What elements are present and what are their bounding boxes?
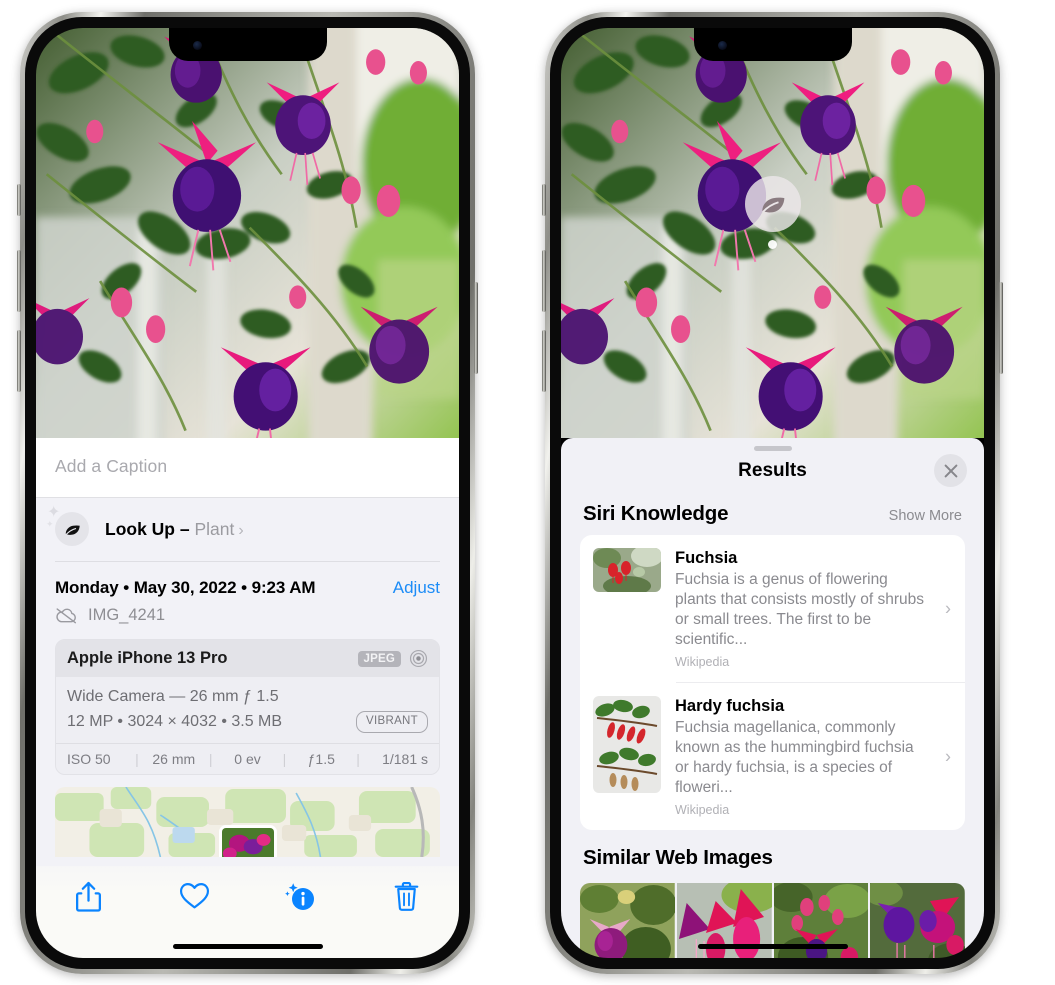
volume-up-button[interactable] [542, 250, 546, 312]
camera-spec-row: 12 MP • 3024 × 4032 • 3.5 MB VIBRANT [67, 710, 428, 735]
screenshot-stage: Add a Caption ✦ ✦ Look Up – Plant › Mond… [0, 0, 1055, 985]
favorite-button[interactable] [142, 881, 248, 910]
exif-iso: ISO 50 [67, 750, 111, 767]
caption-placeholder: Add a Caption [55, 456, 168, 476]
camera-badges: JPEG [357, 649, 428, 668]
list-item[interactable]: Fuchsia Fuchsia is a genus of flowering … [580, 535, 965, 682]
caption-field[interactable]: Add a Caption [36, 438, 459, 498]
chevron-right-icon: › [945, 746, 951, 767]
mute-switch[interactable] [17, 184, 21, 216]
visual-lookup-marker[interactable] [744, 176, 801, 249]
sparkle-small-icon: ✦ [46, 519, 54, 529]
look-up-label: Look Up – Plant › [105, 519, 244, 540]
result-thumbnail [593, 548, 661, 592]
result-description: Fuchsia is a genus of flowering plants t… [675, 570, 924, 649]
camera-card-header: Apple iPhone 13 Pro JPEG [56, 640, 439, 677]
camera-device-name: Apple iPhone 13 Pro [67, 649, 228, 667]
leaf-icon [744, 176, 801, 232]
exif-ev: 0 ev [234, 750, 261, 767]
photo-date-row: Monday • May 30, 2022 • 9:23 AM Adjust [36, 562, 459, 602]
results-header: Results [561, 451, 984, 496]
camera-exif-row: ISO 50 | 26 mm | 0 ev | ƒ1.5 | 1/181 s [56, 742, 439, 774]
results-title: Results [738, 460, 807, 481]
cloud-slash-icon [55, 607, 78, 624]
camera-lens-line: Wide Camera — 26 mm ƒ 1.5 [67, 688, 279, 705]
notch-left [168, 28, 327, 61]
adjust-button[interactable]: Adjust [393, 578, 440, 598]
result-source: Wikipedia [675, 803, 730, 818]
siri-knowledge-header: Siri Knowledge Show More [561, 496, 984, 535]
location-photo-thumb [218, 824, 277, 857]
look-up-title: Look Up – [105, 518, 190, 539]
exif-divider: | [356, 750, 360, 767]
photo-date: Monday • May 30, 2022 • 9:23 AM [55, 578, 316, 597]
camera-info-card: Apple iPhone 13 Pro JPEG Wide Camera — 2… [55, 639, 440, 775]
similar-web-images-header: Similar Web Images [561, 830, 984, 879]
exif-divider: | [282, 750, 287, 767]
similar-web-images-title: Similar Web Images [583, 846, 773, 870]
share-button[interactable] [36, 881, 142, 913]
front-camera-icon [717, 41, 727, 50]
exif-shutter: 1/181 s [382, 750, 429, 767]
result-title: Fuchsia [675, 549, 738, 567]
result-body: Fuchsia Fuchsia is a genus of flowering … [675, 548, 953, 669]
location-map[interactable] [55, 786, 440, 857]
exif-divider: | [135, 750, 139, 767]
home-indicator[interactable] [697, 944, 848, 949]
front-camera-icon [192, 41, 202, 50]
info-button[interactable] [248, 881, 354, 912]
camera-spec-line: 12 MP • 3024 × 4032 • 3.5 MB [67, 712, 283, 730]
filename: IMG_4241 [88, 606, 166, 624]
chevron-right-icon: › [238, 521, 244, 539]
power-button[interactable] [999, 282, 1003, 374]
chevron-right-icon: › [945, 598, 951, 619]
siri-knowledge-title: Siri Knowledge [583, 502, 729, 525]
photo-style-badge: VIBRANT [356, 711, 428, 734]
look-up-row[interactable]: ✦ ✦ Look Up – Plant › [36, 498, 459, 561]
home-indicator[interactable] [172, 944, 323, 949]
volume-down-button[interactable] [17, 330, 21, 392]
look-up-subject: Plant [194, 518, 235, 539]
photo-info-sheet: Add a Caption ✦ ✦ Look Up – Plant › Mond… [36, 438, 459, 958]
exif-divider: | [208, 750, 213, 767]
siri-knowledge-card: Fuchsia Fuchsia is a genus of flowering … [580, 535, 965, 831]
notch-right [693, 28, 852, 61]
show-more-button[interactable]: Show More [889, 508, 962, 524]
result-title: Hardy fuchsia [675, 697, 785, 716]
screen-left: Add a Caption ✦ ✦ Look Up – Plant › Mond… [36, 28, 459, 958]
raw-target-icon [409, 649, 428, 668]
close-button[interactable] [934, 454, 967, 487]
phone-left: Add a Caption ✦ ✦ Look Up – Plant › Mond… [17, 12, 478, 974]
web-image-thumb[interactable] [870, 883, 965, 958]
result-body: Hardy fuchsia Fuchsia magellanica, commo… [675, 696, 953, 817]
result-thumbnail [593, 696, 661, 794]
marker-dot [768, 240, 777, 249]
camera-card-body: Wide Camera — 26 mm ƒ 1.5 12 MP • 3024 ×… [56, 677, 439, 743]
web-image-thumb[interactable] [580, 883, 675, 958]
list-item[interactable]: Hardy fuchsia Fuchsia magellanica, commo… [580, 683, 965, 830]
volume-down-button[interactable] [542, 330, 546, 392]
format-badge: JPEG [357, 650, 401, 667]
phone-right: Results Siri Knowledge Show More Fuchsia… [542, 12, 1003, 974]
phone-bezel-right: Results Siri Knowledge Show More Fuchsia… [550, 17, 995, 969]
results-sheet: Results Siri Knowledge Show More Fuchsia… [561, 438, 984, 958]
phone-bezel-left: Add a Caption ✦ ✦ Look Up – Plant › Mond… [25, 17, 470, 969]
mute-switch[interactable] [542, 184, 546, 216]
power-button[interactable] [474, 282, 478, 374]
photo-fuchsia-left[interactable] [36, 28, 459, 438]
result-source: Wikipedia [675, 655, 730, 670]
exif-aperture: ƒ1.5 [307, 750, 335, 767]
exif-focal: 26 mm [152, 750, 196, 767]
screen-right: Results Siri Knowledge Show More Fuchsia… [561, 28, 984, 958]
volume-up-button[interactable] [17, 250, 21, 312]
delete-button[interactable] [353, 881, 459, 912]
result-description: Fuchsia magellanica, commonly known as t… [675, 718, 914, 797]
leaf-icon: ✦ ✦ [46, 505, 89, 546]
filename-row: IMG_4241 [36, 602, 459, 637]
